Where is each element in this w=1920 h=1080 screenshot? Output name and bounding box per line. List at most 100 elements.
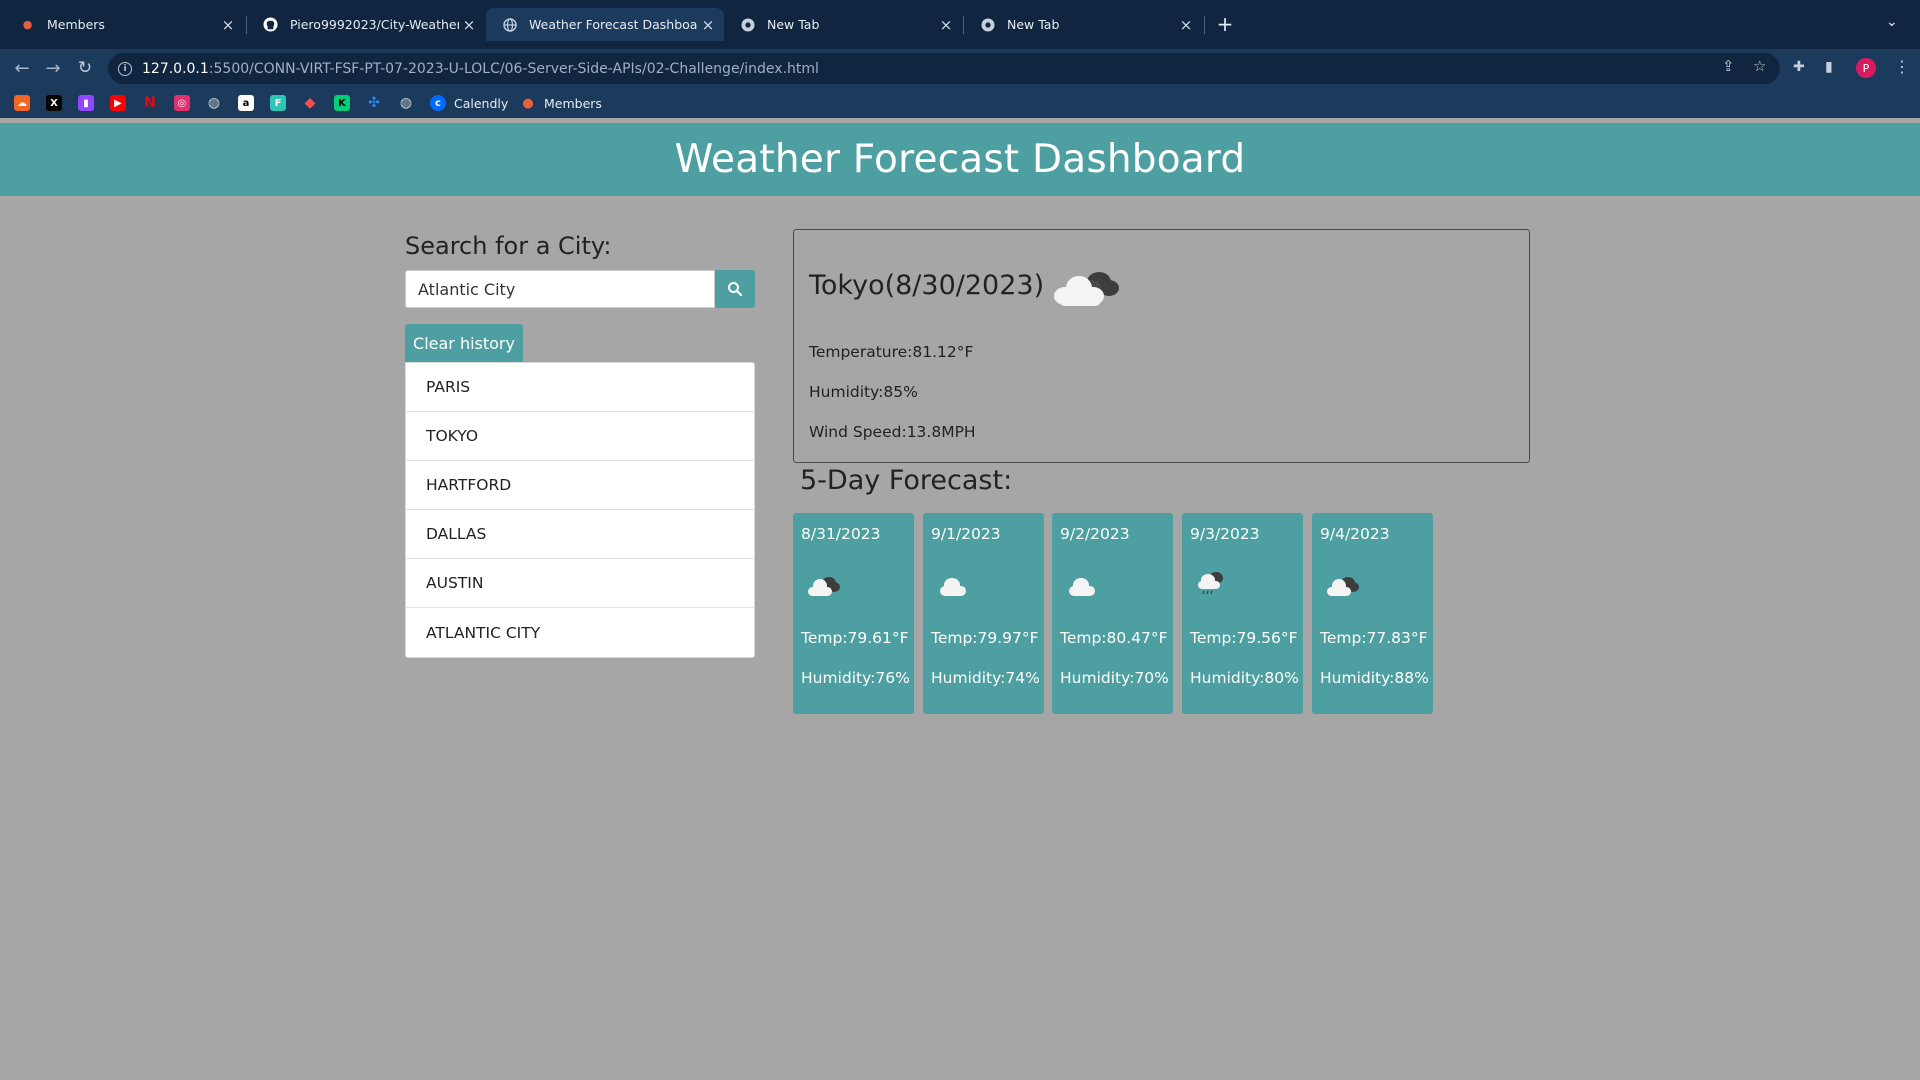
current-wind-speed: Wind Speed:13.8MPH (809, 423, 976, 441)
calendly-icon[interactable]: c (430, 95, 446, 111)
forecast-temp: Temp:79.61°F (801, 629, 909, 647)
globe-icon (502, 17, 517, 32)
globe-icon[interactable]: ◍ (398, 95, 414, 111)
tab-title: New Tab (1007, 17, 1060, 32)
forecast-humidity: Humidity:70% (1060, 669, 1169, 687)
broken-clouds-icon (1327, 577, 1359, 596)
url-host: 127.0.0.1 (142, 60, 209, 77)
soundcloud-icon[interactable]: ☁ (14, 95, 30, 111)
tab-new-tab-1[interactable]: New Tab × (724, 8, 962, 41)
forecast-card: 9/4/2023 Temp:77.83°F Humidity:88% (1312, 513, 1433, 714)
site-info-icon[interactable]: i (118, 61, 132, 76)
tab-title: Members (47, 17, 105, 32)
forecast-date: 9/2/2023 (1060, 525, 1130, 543)
wallet-icon: ● (22, 18, 33, 31)
close-icon[interactable]: × (936, 16, 956, 34)
forecast-date: 9/1/2023 (931, 525, 1001, 543)
tab-search-chevron-icon[interactable]: ⌄ (1886, 14, 1898, 30)
search-label: Search for a City: (405, 232, 612, 260)
tab-divider (1204, 16, 1205, 34)
tab-title: New Tab (767, 17, 820, 32)
broken-clouds-icon (808, 577, 840, 596)
bookmark-calendly[interactable]: Calendly (454, 96, 508, 111)
search-icon (728, 282, 743, 297)
forecast-humidity: Humidity:74% (931, 669, 1040, 687)
cloud-icon (1069, 578, 1095, 596)
history-item-dallas[interactable]: DALLAS (406, 510, 754, 559)
current-city-date: Tokyo(8/30/2023) (809, 270, 1045, 301)
forecast-card: 9/2/2023 Temp:80.47°F Humidity:70% (1052, 513, 1173, 714)
kickstarter-icon[interactable]: K (334, 95, 350, 111)
forecast-humidity: Humidity:76% (801, 669, 910, 687)
url-path: :5500/CONN-VIRT-FSF-PT-07-2023-U-LOLC/06… (208, 60, 819, 77)
browser-menu-icon[interactable]: ⋮ (1894, 57, 1910, 76)
tab-new-tab-2[interactable]: New Tab × (964, 8, 1202, 41)
city-search-input[interactable] (405, 270, 715, 308)
forward-arrow-icon[interactable]: → (40, 55, 66, 81)
profile-avatar[interactable]: P (1856, 58, 1876, 78)
extensions-puzzle-icon[interactable]: ✚ (1793, 59, 1805, 75)
side-panel-icon[interactable]: ▮ (1825, 59, 1833, 75)
close-icon[interactable]: × (218, 16, 238, 34)
rain-cloud-icon (1198, 572, 1223, 595)
cloud-icon (940, 578, 966, 596)
share-icon[interactable]: ⇪ (1722, 57, 1735, 75)
globe-icon[interactable]: ◍ (206, 95, 222, 111)
x-twitter-icon[interactable]: X (46, 95, 62, 111)
tab-weather-dashboard[interactable]: Weather Forecast Dashboard × (486, 8, 724, 41)
forecast-heading: 5-Day Forecast: (800, 465, 1013, 496)
tab-title: Weather Forecast Dashboard (529, 17, 698, 32)
forecast-card: 9/1/2023 Temp:79.97°F Humidity:74% (923, 513, 1044, 714)
wallet-icon[interactable]: ● (520, 95, 536, 111)
close-icon[interactable]: × (698, 16, 718, 34)
history-item-tokyo[interactable]: TOKYO (406, 412, 754, 461)
twitch-icon[interactable]: ▮ (78, 95, 94, 111)
github-icon (263, 17, 278, 32)
address-bar[interactable]: i 127.0.0.1:5500/CONN-VIRT-FSF-PT-07-202… (108, 53, 1780, 84)
browser-toolbar: ← → ↻ i 127.0.0.1:5500/CONN-VIRT-FSF-PT-… (0, 49, 1920, 88)
close-icon[interactable]: × (459, 16, 479, 34)
clear-history-button[interactable]: Clear history (405, 324, 523, 362)
browser-tab-strip: ● Members × Piero9992023/City-Weather-Da… (0, 0, 1920, 49)
forecast-date: 8/31/2023 (801, 525, 881, 543)
tab-title: Piero9992023/City-Weather-Dashboard (290, 17, 459, 32)
instagram-icon[interactable]: ◎ (174, 95, 190, 111)
forecast-card: 8/31/2023 Temp:79.61°F Humidity:76% (793, 513, 914, 714)
history-item-austin[interactable]: AUSTIN (406, 559, 754, 608)
forecast-temp: Temp:79.56°F (1190, 629, 1298, 647)
bookmark-star-icon[interactable]: ☆ (1753, 57, 1766, 75)
new-tab-button[interactable]: + (1212, 12, 1238, 36)
forecast-card: 9/3/2023 Temp:79.56°F Humidity:80% (1182, 513, 1303, 714)
chrome-icon (740, 17, 755, 32)
bookmark-members[interactable]: Members (544, 96, 602, 111)
bookmarks-bar: ☁ X ▮ ▶ N ◎ ◍ a F ◆ K ✣ ◍ c Calendly ● M… (0, 88, 1920, 118)
tag-icon[interactable]: ◆ (302, 95, 318, 111)
forecast-temp: Temp:79.97°F (931, 629, 1039, 647)
forecast-temp: Temp:80.47°F (1060, 629, 1168, 647)
page-title: Weather Forecast Dashboard (674, 137, 1246, 182)
chrome-icon (980, 17, 995, 32)
zoom-icon[interactable]: ✣ (366, 95, 382, 111)
netflix-icon[interactable]: N (142, 95, 158, 111)
history-item-paris[interactable]: PARIS (406, 363, 754, 412)
reload-icon[interactable]: ↻ (72, 55, 98, 81)
search-button[interactable] (715, 270, 755, 308)
back-arrow-icon[interactable]: ← (9, 55, 35, 81)
current-humidity: Humidity:85% (809, 383, 918, 401)
forecast-date: 9/4/2023 (1320, 525, 1390, 543)
current-temperature: Temperature:81.12°F (809, 343, 974, 361)
search-history-list: PARIS TOKYO HARTFORD DALLAS AUSTIN ATLAN… (405, 362, 755, 658)
youtube-icon[interactable]: ▶ (110, 95, 126, 111)
current-weather-panel: Tokyo(8/30/2023) Temperature:81.12°F Hum… (793, 229, 1530, 463)
close-icon[interactable]: × (1176, 16, 1196, 34)
tab-github-repo[interactable]: Piero9992023/City-Weather-Dashboard × (247, 8, 485, 41)
freecodecamp-icon[interactable]: F (270, 95, 286, 111)
amazon-icon[interactable]: a (238, 95, 254, 111)
history-item-atlantic-city[interactable]: ATLANTIC CITY (406, 608, 754, 657)
forecast-temp: Temp:77.83°F (1320, 629, 1428, 647)
broken-clouds-icon (1054, 272, 1119, 306)
tab-members[interactable]: ● Members × (4, 8, 244, 41)
history-item-hartford[interactable]: HARTFORD (406, 461, 754, 510)
forecast-humidity: Humidity:88% (1320, 669, 1429, 687)
page-header: Weather Forecast Dashboard (0, 123, 1920, 196)
